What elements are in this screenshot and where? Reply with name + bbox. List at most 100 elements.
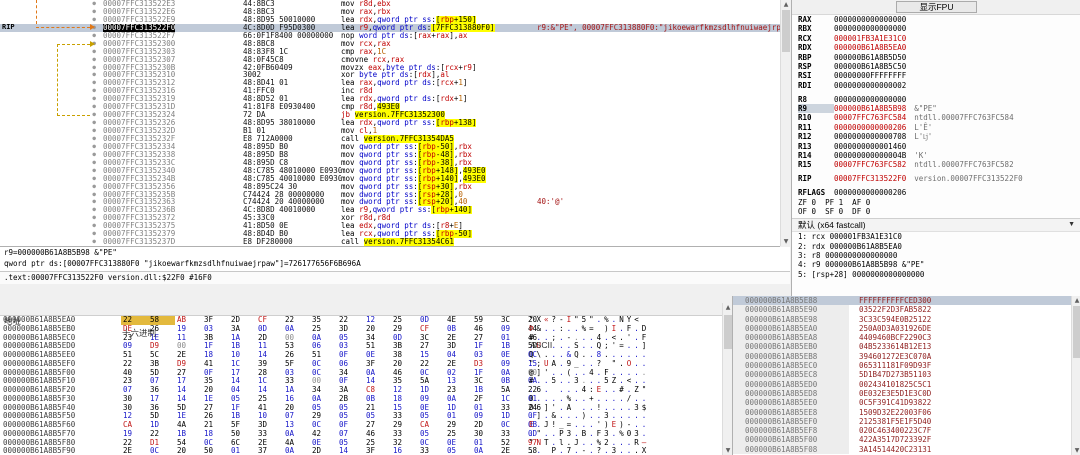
show-fpu-button[interactable]: 显示FPU bbox=[896, 1, 977, 13]
breakpoint-dot[interactable]: ● bbox=[92, 143, 96, 151]
stack-row[interactable]: 000000B61A8B5EC8 5D1B47D273B51103 bbox=[733, 370, 1080, 380]
dump-byte[interactable]: 14 bbox=[337, 446, 364, 455]
breakpoint-dot[interactable]: ● bbox=[92, 135, 96, 143]
breakpoint-dot[interactable]: ● bbox=[92, 222, 96, 230]
register-row[interactable]: R14 000000000000004B 'K' bbox=[792, 151, 1080, 160]
disasm-row[interactable]: ● 00007FFC31352363 C74424 20 40000000 mov d… bbox=[0, 198, 780, 207]
register-row[interactable]: RAX 0000000000000000 bbox=[792, 15, 1080, 24]
disasm-row[interactable]: ● 00007FFC31352310 3002 xor byte ptr ds:[rd… bbox=[0, 71, 780, 79]
dump-byte[interactable]: 2E bbox=[121, 446, 148, 455]
stack-row[interactable]: 000000B61A8B5EE0 0C5F391C41D93822 bbox=[733, 398, 1080, 408]
dump-byte[interactable]: 3F bbox=[364, 446, 391, 455]
stack-row[interactable]: 000000B61A8B5EE8 1509D32E22003F06 bbox=[733, 407, 1080, 417]
disasm-row[interactable]: ● 00007FFC31352326 48:8D95 38010000 lea rdx… bbox=[0, 119, 780, 127]
breakpoint-dot[interactable]: ● bbox=[92, 167, 96, 175]
stack-row[interactable]: 000000B61A8B5E88 FFFFFFFFFFCED300 bbox=[733, 296, 1080, 306]
disasm-row[interactable]: ● 00007FFC313522E9 48:8D95 50010000 lea rdx… bbox=[0, 15, 780, 24]
register-row[interactable]: R8 0000000000000000 bbox=[792, 95, 1080, 104]
breakpoint-dot[interactable]: ● bbox=[92, 198, 96, 206]
register-row[interactable]: RSP 000000B61A8B5C50 bbox=[792, 62, 1080, 71]
register-value[interactable]: 0000000000000000 bbox=[834, 95, 906, 104]
stack-row[interactable]: 000000B61A8B5F00 422A3517D723392F bbox=[733, 435, 1080, 445]
register-value[interactable]: 000000000000004B bbox=[834, 151, 906, 160]
register-row[interactable]: R13 0000000000001460 bbox=[792, 142, 1080, 151]
breakpoint-dot[interactable]: ● bbox=[92, 159, 96, 167]
breakpoint-dot[interactable]: ● bbox=[92, 0, 96, 8]
calling-convention-select[interactable]: 默认 (x64 fastcall) ▼ bbox=[792, 219, 1080, 233]
dump-byte[interactable]: 2E bbox=[499, 446, 526, 455]
breakpoint-dot[interactable]: ● bbox=[92, 183, 96, 191]
register-row[interactable]: RSI 00000000FFFFFFFF bbox=[792, 71, 1080, 80]
register-row[interactable]: RBX 0000000000000000 bbox=[792, 24, 1080, 33]
breakpoint-dot[interactable]: ● bbox=[92, 191, 96, 199]
register-row[interactable]: RBP 000000B61A8B5D50 bbox=[792, 53, 1080, 62]
stack-row[interactable]: 000000B61A8B5E98 3C33C594E0B25122 bbox=[733, 314, 1080, 324]
register-row[interactable]: RDI 0000000000000002 bbox=[792, 81, 1080, 90]
disasm-row[interactable]: ● 00007FFC31352316 41:FFC0 inc r8d bbox=[0, 87, 780, 95]
dump-byte[interactable]: 2D bbox=[310, 446, 337, 455]
stack-scrollbar[interactable]: ▲ ▼ bbox=[1071, 296, 1080, 455]
disasm-row[interactable]: ● 00007FFC313522E6 48:8BC3 mov rax,rbx bbox=[0, 8, 780, 16]
disasm-row[interactable]: ● 00007FFC3135235B C74424 28 00000000 mov d… bbox=[0, 190, 780, 199]
scroll-up-icon[interactable]: ▲ bbox=[781, 0, 791, 9]
breakpoint-dot[interactable]: ● bbox=[92, 175, 96, 183]
breakpoint-dot[interactable]: ● bbox=[92, 64, 96, 72]
breakpoint-dot[interactable]: ● bbox=[92, 32, 96, 40]
register-value[interactable]: 0000000000001460 bbox=[834, 142, 906, 151]
dump-byte[interactable]: 0A bbox=[472, 446, 499, 455]
register-row[interactable]: R12 0000000000000708 L'ǈ' bbox=[792, 132, 1080, 141]
dump-scrollbar[interactable]: ▲ ▼ bbox=[722, 303, 732, 455]
register-value[interactable]: 0000000000000206 bbox=[834, 188, 906, 197]
disasm-row[interactable]: ● 00007FFC31352303 48:83F8 1C cmp rax,1C bbox=[0, 48, 780, 56]
disasm-row[interactable]: ● 00007FFC3135232D B1 01 mov cl,1 bbox=[0, 127, 780, 135]
dump-byte[interactable]: 20 bbox=[175, 446, 202, 455]
register-value[interactable]: 0000000000000206 bbox=[834, 123, 906, 132]
disassembly-scrollbar[interactable]: ▲ ▼ bbox=[780, 0, 791, 246]
scrollbar-thumb[interactable] bbox=[782, 10, 790, 52]
dump-byte[interactable]: 05 bbox=[445, 446, 472, 455]
breakpoint-dot[interactable]: ● bbox=[92, 119, 96, 127]
breakpoint-dot[interactable]: ● bbox=[92, 206, 96, 214]
stack-row[interactable]: 000000B61A8B5ED0 002434101825C5C1 bbox=[733, 379, 1080, 389]
disasm-row[interactable]: ● 00007FFC3135236B 4C:8D8D 40010000 lea r9,… bbox=[0, 206, 780, 215]
scroll-down-icon[interactable]: ▼ bbox=[723, 446, 732, 455]
breakpoint-dot[interactable]: ● bbox=[92, 87, 96, 95]
stack-row[interactable]: 000000B61A8B5EB8 394601272E3C070A bbox=[733, 351, 1080, 362]
disasm-row[interactable]: ● 00007FFC31352334 48:895D B0 mov qword ptr… bbox=[0, 142, 780, 151]
register-value[interactable]: 000000B61A8B5C50 bbox=[834, 62, 906, 71]
stack-row[interactable]: 000000B61A8B5EF8 020C463400223C7F bbox=[733, 426, 1080, 436]
breakpoint-dot[interactable]: ● bbox=[92, 56, 96, 64]
register-value[interactable]: 000000B61A8B5EA0 bbox=[834, 43, 906, 52]
disasm-row[interactable]: ● 00007FFC31352338 48:895D B8 mov qword ptr… bbox=[0, 150, 780, 159]
breakpoint-dot[interactable]: ● bbox=[92, 151, 96, 159]
register-row[interactable]: R15 00007FFC763FC582 ntdll.00007FFC763FC58… bbox=[792, 160, 1080, 169]
disasm-row[interactable]: ● 00007FFC313522F7 66:0F1F8400 00000000 nop… bbox=[0, 32, 780, 40]
disasm-row[interactable]: ● 00007FFC3135237D E8 DF280000 call version… bbox=[0, 238, 780, 246]
breakpoint-dot[interactable]: ● bbox=[92, 16, 96, 24]
dump-byte[interactable]: 33 bbox=[418, 446, 445, 455]
stack-row[interactable]: 000000B61A8B5ED8 0E032E3E5D1E3C0D bbox=[733, 388, 1080, 399]
register-row[interactable]: RDX 000000B61A8B5EA0 bbox=[792, 43, 1080, 52]
register-row[interactable]: RIP 00007FFC313522F0 version.00007FFC31352… bbox=[792, 174, 1080, 183]
breakpoint-dot[interactable]: ● bbox=[92, 79, 96, 87]
stack-row[interactable]: 000000B61A8B5EC0 065311181F09D93F bbox=[733, 361, 1080, 371]
scrollbar-thumb[interactable] bbox=[724, 315, 732, 349]
stack-row[interactable]: 000000B61A8B5EA0 250A0D3A031926DE bbox=[733, 323, 1080, 334]
breakpoint-dot[interactable]: ● bbox=[92, 95, 96, 103]
register-value[interactable]: 000000B61A8B5B98 bbox=[834, 104, 906, 113]
scroll-down-icon[interactable]: ▼ bbox=[1072, 446, 1080, 455]
disasm-row[interactable]: ● 00007FFC3135234B 48:C785 40010000 E09304… bbox=[0, 174, 780, 183]
breakpoint-dot[interactable]: ● bbox=[92, 103, 96, 111]
breakpoint-dot[interactable]: ● bbox=[92, 71, 96, 79]
disasm-row[interactable]: ● 00007FFC3135233C 48:895D C8 mov qword ptr… bbox=[0, 158, 780, 167]
breakpoint-dot[interactable]: ● bbox=[92, 127, 96, 135]
scroll-up-icon[interactable]: ▲ bbox=[723, 303, 732, 312]
dump-row[interactable]: 000000B61A8B5F90 2E 0C 20 50 01 37 0A 2D 14 3F 16 33… bbox=[0, 446, 732, 455]
disasm-row[interactable]: ● 00007FFC31352375 41:8D50 0E lea edx,qword… bbox=[0, 222, 780, 230]
stack-row[interactable]: 000000B61A8B5EB0 04B5233614B12E13 bbox=[733, 342, 1080, 352]
dump-byte[interactable]: 50 bbox=[202, 446, 229, 455]
register-row[interactable]: R9 000000B61A8B5B98 &"PE" bbox=[792, 104, 1080, 114]
register-row[interactable]: RFLAGS 0000000000000206 bbox=[792, 188, 1080, 197]
disasm-row[interactable]: ● 00007FFC31352319 48:8D52 01 lea rdx,qword… bbox=[0, 95, 780, 103]
register-value[interactable]: 00007FFC313522F0 bbox=[834, 174, 906, 183]
